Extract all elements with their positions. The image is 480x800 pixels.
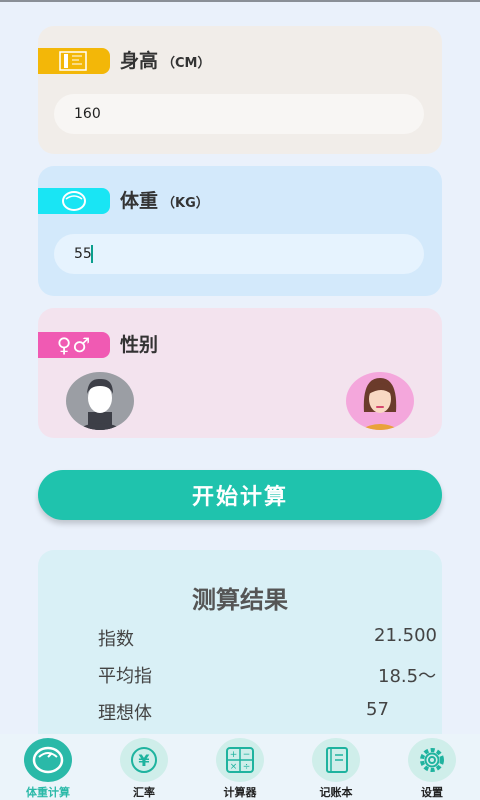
weight-title: 体重 （KG） <box>120 190 209 212</box>
gender-title: 性别 <box>120 334 159 356</box>
text-cursor <box>91 245 93 263</box>
nav-label-calculator: 计算器 <box>223 786 257 799</box>
result-value-average: 18.5～ <box>378 666 437 687</box>
result-value-ideal: 57 <box>366 699 389 720</box>
scale-icon <box>38 188 110 214</box>
weight-input[interactable] <box>54 234 424 274</box>
female-avatar-button[interactable] <box>346 372 414 430</box>
svg-text:−: − <box>243 750 251 760</box>
svg-text:÷: ÷ <box>243 762 251 772</box>
scale-icon <box>24 738 72 782</box>
gear-icon <box>408 738 456 782</box>
status-divider <box>0 0 480 2</box>
nav-label-exchange-rate: 汇率 <box>133 786 155 799</box>
weight-card: 体重 （KG） <box>38 166 442 296</box>
result-label-average: 平均指 <box>98 666 152 687</box>
nav-label-settings: 设置 <box>421 786 443 799</box>
nav-label-weight-calc: 体重计算 <box>26 786 70 799</box>
notebook-icon <box>312 738 360 782</box>
height-input[interactable] <box>54 94 424 134</box>
height-card: 身高 （CM） <box>38 26 442 154</box>
male-avatar-button[interactable] <box>66 372 134 430</box>
height-title: 身高 （CM） <box>120 50 211 72</box>
nav-item-weight-calc[interactable]: 体重计算 <box>0 734 96 800</box>
nav-item-exchange-rate[interactable]: ¥ 汇率 <box>96 734 192 800</box>
bottom-navigation: 体重计算 ¥ 汇率 + − × ÷ 计算器 记账本 设置 <box>0 734 480 800</box>
nav-label-ledger: 记账本 <box>319 786 353 799</box>
height-icon <box>38 48 110 74</box>
gender-symbol-icon: ♀♂ <box>38 332 110 358</box>
result-label-ideal: 理想体 <box>98 703 152 724</box>
result-card: 测算结果 指数 21.500 平均指 18.5～ 理想体 57 <box>38 550 442 750</box>
calculator-icon: + − × ÷ <box>216 738 264 782</box>
start-calculate-button[interactable]: 开始计算 <box>38 470 442 520</box>
nav-item-ledger[interactable]: 记账本 <box>288 734 384 800</box>
result-title: 测算结果 <box>192 586 288 614</box>
gender-card: ♀♂ 性别 <box>38 308 442 438</box>
nav-item-settings[interactable]: 设置 <box>384 734 480 800</box>
result-label-index: 指数 <box>98 629 134 650</box>
svg-text:+: + <box>230 750 238 760</box>
svg-text:¥: ¥ <box>138 751 149 770</box>
result-value-index: 21.500 <box>374 625 437 646</box>
nav-item-calculator[interactable]: + − × ÷ 计算器 <box>192 734 288 800</box>
yen-exchange-icon: ¥ <box>120 738 168 782</box>
svg-text:×: × <box>230 762 238 772</box>
